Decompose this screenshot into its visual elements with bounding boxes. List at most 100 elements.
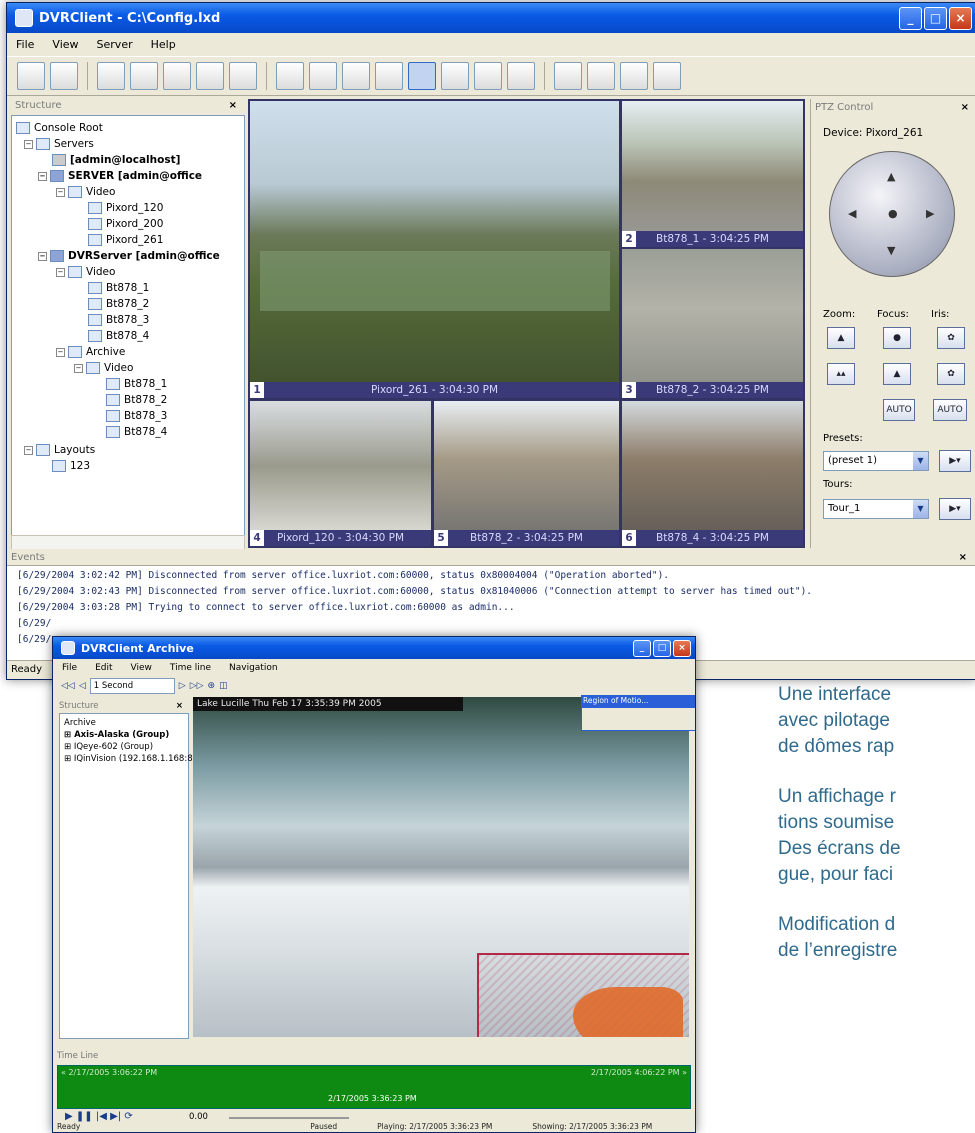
play-icon[interactable]: ▶ [65, 1111, 73, 1122]
arrow-up-icon[interactable]: ▲ [887, 170, 895, 183]
video-tile-1[interactable]: 1 Pixord_261 - 3:04:30 PM [250, 101, 619, 398]
arrow-left-icon[interactable]: ◀ [848, 207, 856, 220]
start-tour-button[interactable]: ▶▾ [939, 498, 971, 520]
archive-menu-timeline[interactable]: Time line [161, 663, 220, 673]
archive-menu-file[interactable]: File [53, 663, 86, 673]
window-icon[interactable] [653, 62, 681, 90]
timeline-bar[interactable]: « 2/17/2005 3:06:22 PM 2/17/2005 4:06:22… [57, 1065, 691, 1109]
fast-forward-icon[interactable]: ▷▷ [190, 681, 204, 691]
record-icon[interactable] [163, 62, 191, 90]
layout-6-icon[interactable] [408, 62, 436, 90]
snapshot-icon[interactable] [554, 62, 582, 90]
zoom-out-button[interactable]: ▴▴ [827, 363, 855, 385]
tree-item[interactable]: − Archive [56, 346, 125, 358]
iris-close-button[interactable]: ✿ [937, 363, 965, 385]
hand-icon[interactable] [587, 62, 615, 90]
archive-maximize-button[interactable]: □ [653, 640, 671, 657]
pause-icon[interactable]: ❚❚ [76, 1111, 93, 1122]
refresh-icon[interactable]: ⟳ [124, 1111, 132, 1122]
close-button[interactable]: × [949, 7, 972, 30]
speed-slider[interactable] [229, 1117, 349, 1119]
archive-tree-item[interactable]: ⊞ IQinVision (192.168.1.168:88) [64, 754, 201, 764]
arrow-right-icon[interactable]: ▶ [926, 207, 934, 220]
tree-item[interactable]: Bt878_4 [88, 330, 149, 342]
arrow-down-icon[interactable]: ▼ [887, 244, 895, 257]
motion-tools[interactable] [581, 707, 695, 731]
tree-item[interactable]: Pixord_120 [88, 202, 163, 214]
motion-icon[interactable] [620, 62, 648, 90]
tree-item[interactable]: − Video [56, 186, 115, 198]
archive-menu-view[interactable]: View [122, 663, 161, 673]
tree-item[interactable]: Pixord_261 [88, 234, 163, 246]
video-tile-6[interactable]: 6 Bt878_4 - 3:04:25 PM [622, 401, 803, 546]
next-icon[interactable]: ▶| [110, 1111, 121, 1122]
tree-item[interactable]: − Layouts [24, 444, 95, 456]
layout-12-icon[interactable] [474, 62, 502, 90]
tree-item[interactable]: Pixord_200 [88, 218, 163, 230]
layout-4-icon[interactable] [309, 62, 337, 90]
layout-9-icon[interactable] [342, 62, 370, 90]
tree-item[interactable]: − SERVER [admin@office [38, 170, 202, 182]
tour-select[interactable]: Tour_1 ▼ [823, 499, 929, 519]
archive-tree-root[interactable]: Archive [64, 718, 96, 728]
fullscreen-icon[interactable] [196, 62, 224, 90]
video-tile-5[interactable]: 5 Bt878_2 - 3:04:25 PM [434, 401, 619, 546]
layout-16-icon[interactable] [375, 62, 403, 90]
archive-minimize-button[interactable]: _ [633, 640, 651, 657]
focus-far-button[interactable]: ▲ [883, 363, 911, 385]
layout-1-icon[interactable] [276, 62, 304, 90]
tree-item[interactable]: − Video [56, 266, 115, 278]
tree-item[interactable]: Bt878_1 [106, 378, 167, 390]
go-preset-button[interactable]: ▶▾ [939, 450, 971, 472]
rewind-icon[interactable]: ◁◁ [61, 681, 75, 691]
tree-item[interactable]: [admin@localhost] [52, 154, 180, 166]
focus-near-button[interactable]: ● [883, 327, 911, 349]
ptz-joystick[interactable]: ▲ ▼ ◀ ▶ ● [829, 151, 955, 277]
structure-toggle-icon[interactable] [97, 62, 125, 90]
step-forward-icon[interactable]: ▷ [179, 681, 186, 691]
open-icon[interactable] [17, 62, 45, 90]
step-back-icon[interactable]: ◁ [79, 681, 86, 691]
menu-server[interactable]: Server [88, 38, 142, 51]
layout-8-icon[interactable] [441, 62, 469, 90]
save-icon[interactable] [50, 62, 78, 90]
tree-item[interactable]: − DVRServer [admin@office [38, 250, 220, 262]
video-tile-4[interactable]: 4 Pixord_120 - 3:04:30 PM [250, 401, 431, 546]
tree-item[interactable]: Bt878_3 [106, 410, 167, 422]
maximize-button[interactable]: □ [924, 7, 947, 30]
zoom-in-button[interactable]: ▲ [827, 327, 855, 349]
tree-item[interactable]: − Video [74, 362, 133, 374]
archive-close-button[interactable]: × [673, 640, 691, 657]
menu-help[interactable]: Help [142, 38, 185, 51]
tree-item[interactable]: Bt878_2 [106, 394, 167, 406]
archive-video[interactable]: Lake Lucille Thu Feb 17 3:35:39 PM 2005 [193, 697, 689, 1037]
close-ptz-icon[interactable]: × [961, 99, 969, 117]
clip-icon[interactable]: ◫ [219, 681, 228, 691]
close-structure-icon[interactable]: × [229, 97, 237, 115]
iris-open-button[interactable]: ✿ [937, 327, 965, 349]
layout-13-icon[interactable] [507, 62, 535, 90]
print-icon[interactable] [229, 62, 257, 90]
minimize-button[interactable]: _ [899, 7, 922, 30]
menu-file[interactable]: File [7, 38, 43, 51]
archive-menu-edit[interactable]: Edit [86, 663, 121, 673]
focus-auto-button[interactable]: AUTO [883, 399, 915, 421]
archive-tree-item[interactable]: ⊞ Axis-Alaska (Group) [64, 730, 169, 740]
archive-tree-item[interactable]: ⊞ IQeye-602 (Group) [64, 742, 153, 752]
video-tile-2[interactable]: 2 Bt878_1 - 3:04:25 PM [622, 101, 803, 247]
tree-item[interactable]: 123 [52, 460, 90, 472]
tree-item[interactable]: Bt878_4 [106, 426, 167, 438]
menu-view[interactable]: View [43, 38, 87, 51]
video-tile-3[interactable]: 3 Bt878_2 - 3:04:25 PM [622, 249, 803, 398]
prev-icon[interactable]: |◀ [96, 1111, 107, 1122]
loop-icon[interactable]: ⊛ [208, 681, 216, 691]
step-select[interactable]: 1 Second [89, 678, 175, 694]
tree-item[interactable]: Bt878_2 [88, 298, 149, 310]
tree-item[interactable]: Bt878_1 [88, 282, 149, 294]
archive-menu-navigation[interactable]: Navigation [220, 663, 287, 673]
tree-item[interactable]: − Servers [24, 138, 94, 150]
tree-item[interactable]: Console Root [16, 122, 103, 134]
edit-icon[interactable] [130, 62, 158, 90]
tree-item[interactable]: Bt878_3 [88, 314, 149, 326]
iris-auto-button[interactable]: AUTO [933, 399, 967, 421]
